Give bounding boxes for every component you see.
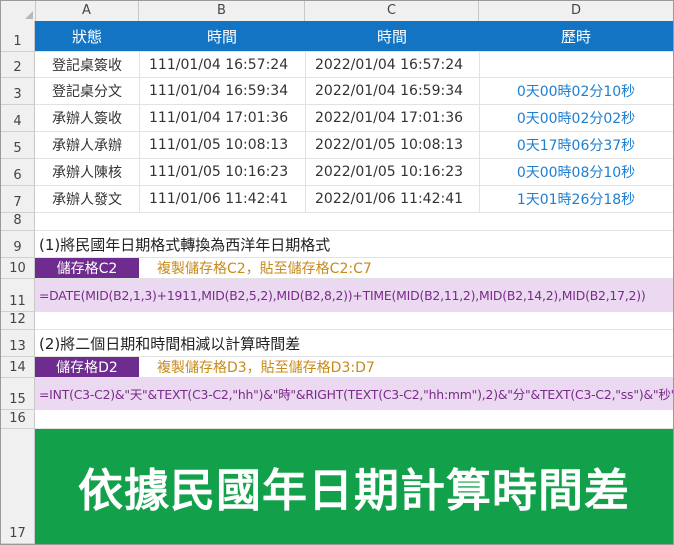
row-header-7[interactable]: 7 <box>1 186 35 213</box>
section1-cell-tag[interactable]: 儲存格C2 <box>35 258 139 278</box>
section1-note[interactable]: 複製儲存格C2，貼至儲存格C2:C7 <box>157 258 372 278</box>
cell-duration[interactable] <box>479 52 673 77</box>
column-header-d[interactable]: D <box>479 1 673 21</box>
row-header-8[interactable]: 8 <box>1 213 35 231</box>
row-header-17[interactable]: 17 <box>1 429 35 544</box>
cell-status[interactable]: 承辦人陳核 <box>35 159 139 185</box>
section1-tag-row: 儲存格C2 複製儲存格C2，貼至儲存格C2:C7 <box>35 258 673 279</box>
header-cell-status[interactable]: 狀態 <box>35 21 139 51</box>
header-cell-time-b[interactable]: 時間 <box>139 21 305 51</box>
select-all-corner[interactable] <box>1 1 36 21</box>
table-row: 承辦人簽收 111/01/04 17:01:36 2022/01/04 17:0… <box>35 105 673 132</box>
table-row: 承辦人承辦 111/01/05 10:08:13 2022/01/05 10:0… <box>35 132 673 159</box>
section2-formula-row: =INT(C3-C2)&"天"&TEXT(C3-C2,"hh")&"時"&RIG… <box>35 378 673 410</box>
section1-formula[interactable]: =DATE(MID(B2,1,3)+1911,MID(B2,5,2),MID(B… <box>39 279 646 311</box>
cell-roc-time[interactable]: 111/01/04 16:59:34 <box>139 78 305 104</box>
cell-roc-time[interactable]: 111/01/04 17:01:36 <box>139 105 305 131</box>
row-header-9[interactable]: 9 <box>1 231 35 258</box>
cell-duration[interactable]: 1天01時26分18秒 <box>479 186 673 212</box>
header-cell-duration[interactable]: 歷時 <box>479 21 673 51</box>
cell-ad-time[interactable]: 2022/01/04 16:59:34 <box>305 78 479 104</box>
cell-roc-time[interactable]: 111/01/06 11:42:41 <box>139 186 305 212</box>
cell-status[interactable]: 登記桌分文 <box>35 78 139 104</box>
cell-duration[interactable]: 0天00時02分02秒 <box>479 105 673 131</box>
empty-row[interactable] <box>35 312 673 330</box>
cell-roc-time[interactable]: 111/01/04 16:57:24 <box>139 52 305 77</box>
cell-ad-time[interactable]: 2022/01/04 16:57:24 <box>305 52 479 77</box>
cell-duration[interactable]: 0天00時02分10秒 <box>479 78 673 104</box>
row-header-14[interactable]: 14 <box>1 357 35 378</box>
section2-heading-row: (2)將二個日期和時間相減以計算時間差 <box>35 330 673 357</box>
section2-tag-row: 儲存格D2 複製儲存格D3，貼至儲存格D3:D7 <box>35 357 673 378</box>
cell-roc-time[interactable]: 111/01/05 10:08:13 <box>139 132 305 158</box>
cell-roc-time[interactable]: 111/01/05 10:16:23 <box>139 159 305 185</box>
section1-heading-row: (1)將民國年日期格式轉換為西洋年日期格式 <box>35 231 673 258</box>
cell-ad-time[interactable]: 2022/01/05 10:08:13 <box>305 132 479 158</box>
cell-status[interactable]: 承辦人承辦 <box>35 132 139 158</box>
table-row: 登記桌簽收 111/01/04 16:57:24 2022/01/04 16:5… <box>35 52 673 78</box>
row-header-16[interactable]: 16 <box>1 410 35 429</box>
section2-note[interactable]: 複製儲存格D3，貼至儲存格D3:D7 <box>157 357 375 377</box>
cell-ad-time[interactable]: 2022/01/06 11:42:41 <box>305 186 479 212</box>
row-header-1[interactable]: 1 <box>1 21 35 52</box>
table-header-row: 狀態 時間 時間 歷時 <box>35 21 673 52</box>
cell-duration[interactable]: 0天00時08分10秒 <box>479 159 673 185</box>
spreadsheet: A B C D 1 2 3 4 5 6 7 8 9 10 11 12 13 14… <box>0 0 674 545</box>
row-header-2[interactable]: 2 <box>1 52 35 78</box>
column-header-a[interactable]: A <box>35 1 139 21</box>
empty-row[interactable] <box>35 410 673 429</box>
title-banner: 依據民國年日期計算時間差 <box>35 429 673 544</box>
header-cell-time-c[interactable]: 時間 <box>305 21 479 51</box>
row-header-11[interactable]: 11 <box>1 279 35 312</box>
section2-cell-tag[interactable]: 儲存格D2 <box>35 357 139 377</box>
cell-status[interactable]: 登記桌簽收 <box>35 52 139 77</box>
section1-formula-row: =DATE(MID(B2,1,3)+1911,MID(B2,5,2),MID(B… <box>35 279 673 312</box>
section2-formula[interactable]: =INT(C3-C2)&"天"&TEXT(C3-C2,"hh")&"時"&RIG… <box>39 378 673 409</box>
section1-heading[interactable]: (1)將民國年日期格式轉換為西洋年日期格式 <box>35 231 330 257</box>
row-header-5[interactable]: 5 <box>1 132 35 159</box>
row-header-12[interactable]: 12 <box>1 312 35 330</box>
row-header-6[interactable]: 6 <box>1 159 35 186</box>
section2-heading[interactable]: (2)將二個日期和時間相減以計算時間差 <box>35 330 300 356</box>
column-header-b[interactable]: B <box>139 1 305 21</box>
table-row: 承辦人陳核 111/01/05 10:16:23 2022/01/05 10:1… <box>35 159 673 186</box>
row-header-4[interactable]: 4 <box>1 105 35 132</box>
banner-title: 依據民國年日期計算時間差 <box>77 464 630 517</box>
column-header-c[interactable]: C <box>305 1 479 21</box>
table-row: 承辦人發文 111/01/06 11:42:41 2022/01/06 11:4… <box>35 186 673 213</box>
table-row: 登記桌分文 111/01/04 16:59:34 2022/01/04 16:5… <box>35 78 673 105</box>
cell-ad-time[interactable]: 2022/01/05 10:16:23 <box>305 159 479 185</box>
row-header-3[interactable]: 3 <box>1 78 35 105</box>
row-header-13[interactable]: 13 <box>1 330 35 357</box>
row-header-15[interactable]: 15 <box>1 378 35 410</box>
cell-ad-time[interactable]: 2022/01/04 17:01:36 <box>305 105 479 131</box>
column-header-bar: A B C D <box>1 1 673 22</box>
cell-duration[interactable]: 0天17時06分37秒 <box>479 132 673 158</box>
row-header-10[interactable]: 10 <box>1 258 35 279</box>
cell-status[interactable]: 承辦人發文 <box>35 186 139 212</box>
cell-status[interactable]: 承辦人簽收 <box>35 105 139 131</box>
empty-row[interactable] <box>35 213 673 231</box>
